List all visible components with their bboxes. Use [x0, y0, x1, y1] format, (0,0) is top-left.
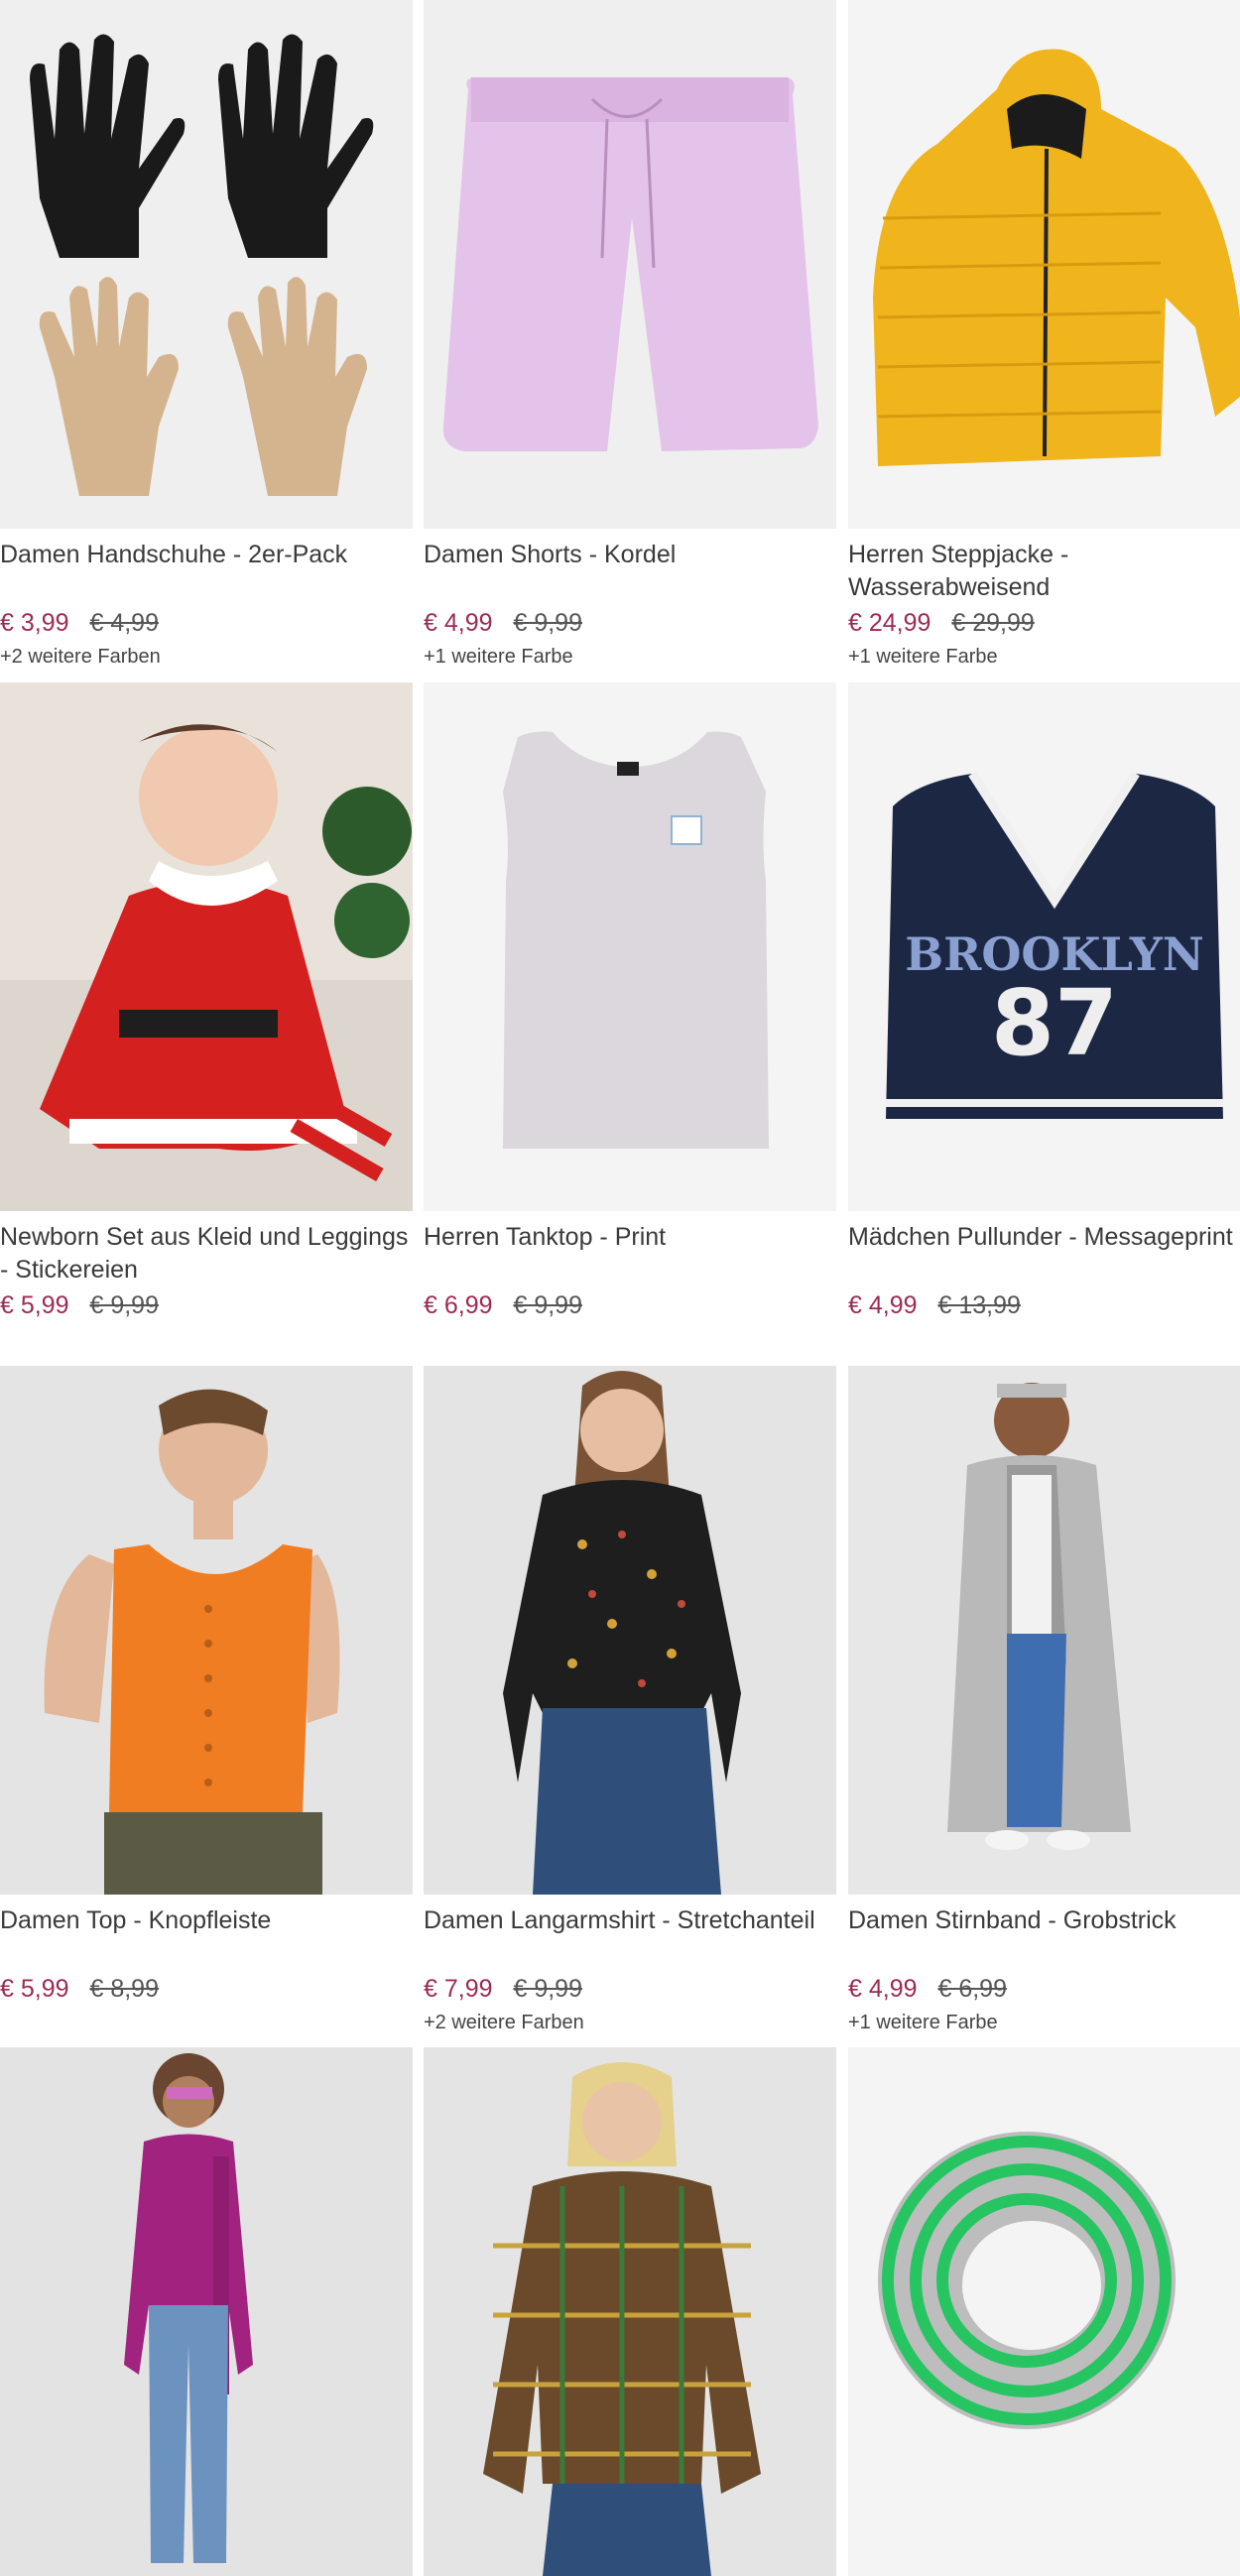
product-image[interactable]	[0, 1366, 413, 1895]
product-old-price: € 9,99	[513, 1975, 582, 2003]
shorts-image	[442, 77, 818, 451]
product-more-colors[interactable]	[424, 1324, 836, 1354]
product-prices: € 6,99 € 9,99	[424, 1287, 836, 1324]
product-card[interactable]: BROOKLYN 87 Mädchen Pullunder - Messagep…	[848, 682, 1240, 1354]
product-card[interactable]: Newborn Set aus Kleid und Leggings - Sti…	[0, 682, 413, 1354]
product-more-colors[interactable]	[0, 1324, 413, 1354]
product-image[interactable]	[424, 682, 836, 1211]
product-old-price: € 9,99	[513, 609, 582, 637]
product-prices: € 4,99 € 9,99	[424, 604, 836, 642]
jacket-image	[873, 49, 1240, 466]
product-prices: € 5,99 € 9,99	[0, 1287, 413, 1324]
product-image[interactable]: BROOKLYN 87	[848, 682, 1240, 1211]
product-old-price: € 9,99	[89, 1291, 159, 1319]
product-more-colors[interactable]	[0, 2008, 413, 2037]
vest-print-line2: 87	[991, 970, 1118, 1076]
product-price: € 6,99	[424, 1291, 493, 1319]
product-card[interactable]	[848, 2047, 1240, 2576]
product-grid: Damen Handschuhe - 2er-Pack € 3,99 € 4,9…	[0, 0, 1240, 2576]
pink-sweater-image	[124, 2053, 253, 2563]
product-prices: € 5,99 € 8,99	[0, 1970, 413, 2008]
product-old-price: € 29,99	[951, 609, 1035, 637]
plaid-jacket-image	[483, 2062, 761, 2576]
longsleeve-image	[503, 1371, 741, 1895]
product-image[interactable]	[424, 0, 836, 529]
product-name[interactable]: Mädchen Pullunder - Messageprint	[848, 1221, 1240, 1287]
product-old-price: € 8,99	[89, 1975, 159, 2003]
product-name[interactable]: Herren Tanktop - Print	[424, 1221, 836, 1287]
product-card[interactable]: Damen Handschuhe - 2er-Pack € 3,99 € 4,9…	[0, 0, 413, 672]
product-more-colors[interactable]: +2 weitere Farben	[0, 642, 413, 672]
product-name[interactable]: Herren Steppjacke - Wasserabweisend	[848, 539, 1240, 604]
product-image[interactable]	[848, 2047, 1240, 2576]
product-name[interactable]: Damen Stirnband - Grobstrick	[848, 1904, 1240, 1970]
product-image[interactable]	[424, 1366, 836, 1895]
product-price: € 24,99	[848, 609, 931, 637]
product-image[interactable]	[0, 2047, 413, 2576]
product-card[interactable]: Herren Steppjacke - Wasserabweisend € 24…	[848, 0, 1240, 672]
product-price: € 4,99	[424, 609, 493, 637]
product-card[interactable]	[0, 2047, 413, 2576]
product-more-colors[interactable]: +1 weitere Farbe	[848, 2008, 1240, 2037]
product-card[interactable]	[424, 2047, 836, 2576]
product-card[interactable]: Damen Langarmshirt - Stretchanteil € 7,9…	[424, 1366, 836, 2037]
product-name[interactable]: Damen Langarmshirt - Stretchanteil	[424, 1904, 836, 1970]
headband-image	[947, 1383, 1131, 1850]
product-card[interactable]: Damen Shorts - Kordel € 4,99 € 9,99 +1 w…	[424, 0, 836, 672]
orange-top-image	[44, 1389, 340, 1895]
product-more-colors[interactable]: +2 weitere Farben	[424, 2008, 836, 2037]
product-card[interactable]: Damen Stirnband - Grobstrick € 4,99 € 6,…	[848, 1366, 1240, 2037]
product-prices: € 4,99 € 13,99	[848, 1287, 1240, 1324]
product-prices: € 7,99 € 9,99	[424, 1970, 836, 2008]
product-price: € 3,99	[0, 609, 69, 637]
scarf-image	[878, 2132, 1176, 2429]
product-name[interactable]: Damen Handschuhe - 2er-Pack	[0, 539, 413, 604]
product-old-price: € 13,99	[937, 1291, 1021, 1319]
gloves-image	[30, 34, 374, 496]
product-old-price: € 4,99	[89, 609, 159, 637]
baby-dress-image	[0, 724, 413, 1211]
product-more-colors[interactable]: +1 weitere Farbe	[424, 642, 836, 672]
product-image[interactable]	[848, 0, 1240, 529]
product-name[interactable]: Newborn Set aus Kleid und Leggings - Sti…	[0, 1221, 413, 1287]
product-prices: € 24,99 € 29,99	[848, 604, 1240, 642]
product-price: € 5,99	[0, 1975, 69, 2003]
product-more-colors[interactable]	[848, 1324, 1240, 1354]
vest-image: BROOKLYN 87	[886, 771, 1223, 1119]
product-prices: € 3,99 € 4,99	[0, 604, 413, 642]
tanktop-image	[503, 731, 769, 1149]
product-image[interactable]	[424, 2047, 836, 2576]
product-price: € 5,99	[0, 1291, 69, 1319]
product-price: € 4,99	[848, 1975, 918, 2003]
product-image[interactable]	[0, 682, 413, 1211]
product-name[interactable]: Damen Top - Knopfleiste	[0, 1904, 413, 1970]
product-card[interactable]: Damen Top - Knopfleiste € 5,99 € 8,99	[0, 1366, 413, 2037]
product-old-price: € 6,99	[937, 1975, 1007, 2003]
product-image[interactable]	[0, 0, 413, 529]
product-price: € 7,99	[424, 1975, 493, 2003]
product-price: € 4,99	[848, 1291, 918, 1319]
product-prices: € 4,99 € 6,99	[848, 1970, 1240, 2008]
product-card[interactable]: Herren Tanktop - Print € 6,99 € 9,99	[424, 682, 836, 1354]
product-image[interactable]	[848, 1366, 1240, 1895]
product-name[interactable]: Damen Shorts - Kordel	[424, 539, 836, 604]
product-old-price: € 9,99	[513, 1291, 582, 1319]
product-more-colors[interactable]: +1 weitere Farbe	[848, 642, 1240, 672]
